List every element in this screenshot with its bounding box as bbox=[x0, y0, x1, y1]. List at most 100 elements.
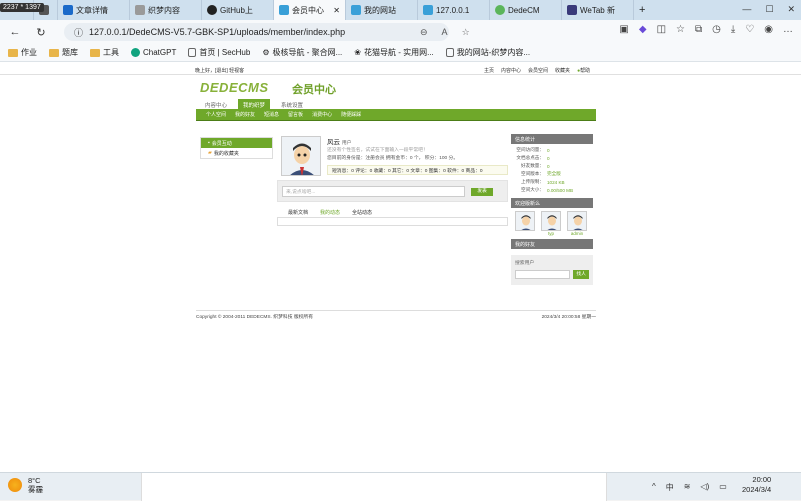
bookmark-chatgpt[interactable]: ChatGPT bbox=[131, 48, 176, 57]
search-input[interactable] bbox=[515, 270, 571, 279]
download-icon[interactable]: ⤓ bbox=[731, 24, 735, 35]
security-icon[interactable]: ♡ bbox=[745, 24, 754, 35]
tab-wetab[interactable]: WeTab 新 bbox=[562, 0, 634, 20]
top-link-help[interactable]: ●帮助 bbox=[577, 67, 590, 74]
tab-member-center[interactable]: 会员中心 ✕ bbox=[274, 0, 346, 20]
github-icon bbox=[207, 5, 217, 15]
profile-icon[interactable]: ◉ bbox=[764, 24, 773, 35]
search-button[interactable]: 找人 bbox=[573, 270, 589, 279]
history-icon[interactable]: ◷ bbox=[712, 24, 721, 35]
greeting-text: 晚上好，[退出] 轻视客 bbox=[195, 68, 245, 74]
info-stats-list: 空间访问量： 0 文档总点击： 0 好友数量： 0 空间版本： 完全版 上传限制： 102… bbox=[511, 146, 593, 194]
read-aloud-icon[interactable]: A bbox=[442, 27, 448, 38]
more-icon[interactable]: … bbox=[783, 24, 793, 35]
nav-messages[interactable]: 短消息 bbox=[264, 111, 279, 118]
split-screen-icon[interactable]: ◫ bbox=[657, 24, 666, 35]
visitor-item[interactable]: admin bbox=[567, 211, 587, 236]
bookmark-huamao[interactable]: ❀ 花猫导航 - 实用网... bbox=[354, 47, 433, 58]
info-stats-header: 信息统计 bbox=[511, 134, 593, 144]
taskbar: 8°C 雾霾 ^ 中 ≋ ◁) ▭ 20:00 2024/3/4 bbox=[0, 472, 801, 501]
bookmark-questions[interactable]: 题库 bbox=[49, 47, 78, 58]
user-status: 您目前的身份是：注册会员 拥有金币：0 个， 积分：100 分。 bbox=[327, 156, 459, 161]
favorites-icon[interactable]: ☆ bbox=[676, 24, 685, 35]
new-tab-button[interactable]: + bbox=[634, 0, 654, 20]
page-icon bbox=[423, 5, 433, 15]
weather-widget[interactable]: 8°C 雾霾 bbox=[8, 476, 43, 494]
chatgpt-icon bbox=[131, 48, 140, 57]
doc-icon bbox=[63, 5, 73, 15]
visitor-item[interactable] bbox=[515, 211, 535, 236]
stat-row: 好友数量： 0 bbox=[521, 163, 550, 169]
battery-icon[interactable]: ▭ bbox=[719, 482, 727, 493]
feed-area bbox=[277, 218, 508, 226]
nav-guestbook[interactable]: 留言板 bbox=[288, 111, 303, 118]
ime-indicator[interactable]: 中 bbox=[666, 482, 674, 493]
minimize-button[interactable]: — bbox=[742, 4, 751, 15]
volume-icon[interactable]: ◁) bbox=[700, 482, 709, 493]
refresh-icon[interactable]: ↻ bbox=[32, 26, 50, 39]
clock[interactable]: 20:00 2024/3/4 bbox=[742, 475, 771, 495]
top-link-content[interactable]: 内容中心 bbox=[501, 67, 521, 74]
site-logo[interactable]: DEDECMS bbox=[200, 80, 269, 95]
menu-interaction[interactable]: ▪ 会员互动 bbox=[201, 138, 272, 148]
visitor-item[interactable]: typ bbox=[541, 211, 561, 236]
url-text: 127.0.0.1/DedeCMS-V5.7-GBK-SP1/uploads/m… bbox=[89, 27, 346, 37]
bookmark-sechub[interactable]: 首页 | SecHub bbox=[188, 47, 250, 58]
stat-row: 空间版本： 完全版 bbox=[521, 171, 561, 176]
folder-icon bbox=[90, 48, 100, 57]
bookmark-homework[interactable]: 作业 bbox=[8, 47, 37, 58]
cat-icon: ❀ bbox=[354, 48, 361, 57]
close-window-button[interactable]: ✕ bbox=[787, 4, 795, 15]
browser-tab-strip: 文章详情 织梦内容 GitHub上 会员中心 ✕ 我的网站 127.0.0.1 D… bbox=[0, 0, 801, 20]
top-link-home[interactable]: 主页 bbox=[484, 67, 494, 74]
wifi-icon[interactable]: ≋ bbox=[684, 482, 691, 493]
top-link-space[interactable]: 会员空间 bbox=[528, 67, 548, 74]
chevron-up-icon[interactable]: ^ bbox=[652, 482, 656, 493]
friends-header: 我的好友 bbox=[511, 239, 593, 249]
tab-github[interactable]: GitHub上 bbox=[202, 0, 274, 20]
extension-badge-icon[interactable]: ◆ bbox=[639, 24, 647, 35]
nav-payment[interactable]: 消费中心 bbox=[312, 111, 332, 118]
left-menu: ▪ 会员互动 ▰ 我的收藏夹 bbox=[200, 137, 273, 159]
user-name: 风云 用户 bbox=[327, 139, 352, 146]
site-logo-sub: 会员中心 bbox=[292, 84, 336, 96]
taskbar-apps-area bbox=[141, 473, 607, 501]
menu-favorites[interactable]: ▰ 我的收藏夹 bbox=[201, 148, 272, 158]
nav-random[interactable]: 随便踩踩 bbox=[341, 111, 361, 118]
sub-nav: 个人空间 我的好友 短消息 留言板 消费中心 随便踩踩 bbox=[196, 109, 596, 121]
tab-dedecms[interactable]: DedeCM bbox=[490, 0, 562, 20]
user-signature[interactable]: 还没有个性签名，试试在下面输入一段平常吧！ bbox=[327, 146, 428, 153]
tab-my-activity[interactable]: 我的动态 bbox=[317, 208, 343, 217]
bookmark-mysite[interactable]: 我的网站-织梦内容... bbox=[445, 47, 530, 58]
favorite-star-icon[interactable]: ☆ bbox=[462, 27, 470, 38]
extension-icon[interactable]: ▣ bbox=[619, 24, 628, 35]
address-bar-row: ← ↻ ⓘ 127.0.0.1/DedeCMS-V5.7-GBK-SP1/upl… bbox=[0, 20, 801, 44]
weather-icon bbox=[8, 478, 22, 492]
maximize-button[interactable]: ☐ bbox=[765, 4, 773, 15]
tab-site-activity[interactable]: 全站动态 bbox=[349, 208, 375, 217]
feed-tabs: 最新文档 我的动态 全站动态 bbox=[277, 208, 508, 218]
tab-dede[interactable]: 织梦内容 bbox=[130, 0, 202, 20]
bookmark-tools[interactable]: 工具 bbox=[90, 47, 119, 58]
tab-latest-docs[interactable]: 最新文档 bbox=[285, 208, 311, 217]
back-icon[interactable]: ← bbox=[6, 26, 24, 38]
collections-icon[interactable]: ⧉ bbox=[695, 24, 702, 35]
url-field[interactable]: ⓘ 127.0.0.1/DedeCMS-V5.7-GBK-SP1/uploads… bbox=[64, 23, 449, 41]
stat-row: 上传限制： 1024 KB bbox=[521, 179, 565, 185]
tab-mysite[interactable]: 我的网站 bbox=[346, 0, 418, 20]
post-input[interactable]: 来,说点啥吧... bbox=[282, 186, 465, 197]
tab-localhost[interactable]: 127.0.0.1 bbox=[418, 0, 490, 20]
top-link-favorites[interactable]: 收藏夹 bbox=[555, 67, 570, 74]
nav-personal-space[interactable]: 个人空间 bbox=[206, 111, 226, 118]
close-icon[interactable]: ✕ bbox=[333, 6, 340, 15]
bookmarks-bar: 作业 题库 工具 ChatGPT 首页 | SecHub ⚙ 极核导航 - 聚合网… bbox=[0, 44, 801, 62]
avatar[interactable] bbox=[281, 136, 321, 176]
search-label: 搜索用户 bbox=[515, 261, 535, 266]
tab-article[interactable]: 文章详情 bbox=[58, 0, 130, 20]
nav-friends[interactable]: 我的好友 bbox=[235, 111, 255, 118]
zoom-icon[interactable]: ⊖ bbox=[420, 27, 428, 38]
folder-icon bbox=[8, 48, 18, 57]
bookmark-jihe[interactable]: ⚙ 极核导航 - 聚合网... bbox=[262, 47, 342, 58]
info-icon[interactable]: ⓘ bbox=[74, 26, 83, 39]
post-button[interactable]: 发表 bbox=[471, 188, 493, 196]
